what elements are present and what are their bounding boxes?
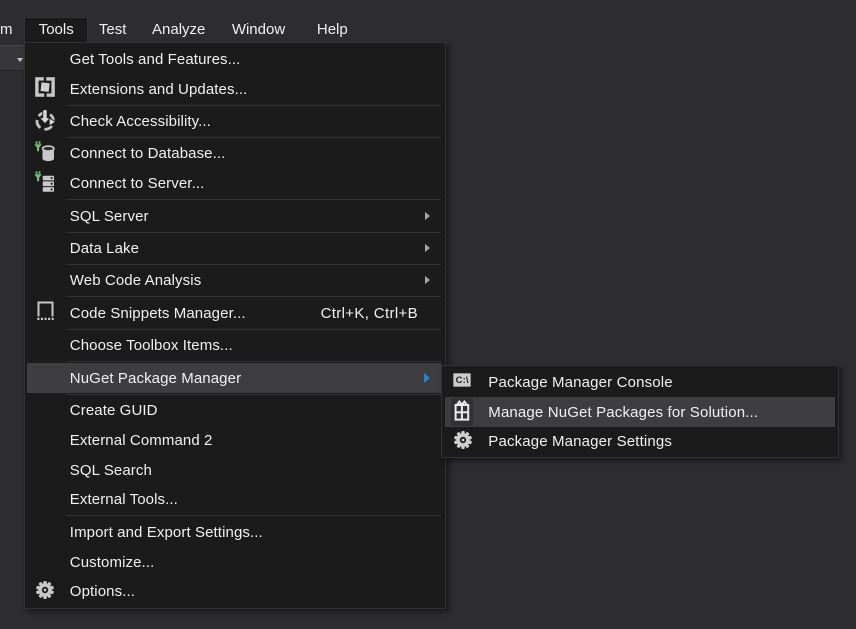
svg-text:C:\: C:\ [456, 375, 469, 386]
